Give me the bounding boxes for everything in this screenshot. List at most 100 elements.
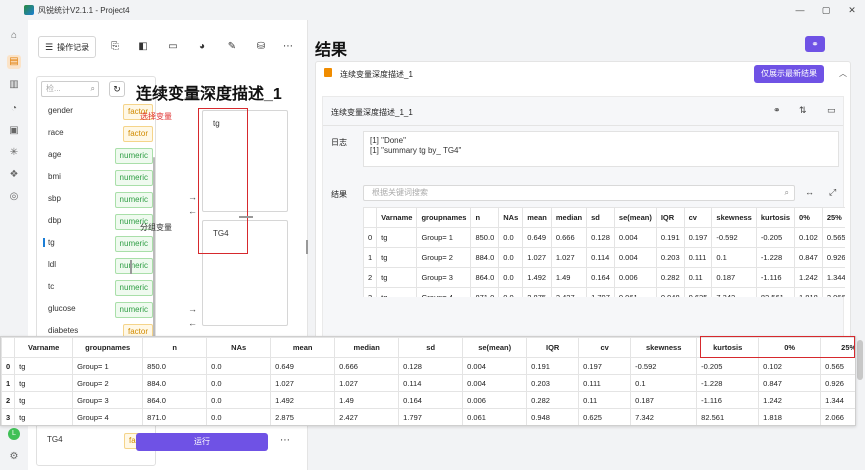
variable-item-ldl[interactable]: ldl numeric bbox=[37, 255, 155, 277]
variable-item-gender[interactable]: gender factor bbox=[37, 101, 155, 123]
move-right-arrow-icon[interactable]: → bbox=[188, 192, 197, 202]
variable-item-sbp[interactable]: sbp numeric bbox=[37, 189, 155, 211]
table-cell: tg bbox=[376, 287, 418, 297]
data-icon[interactable]: ▤ bbox=[7, 55, 21, 69]
result-search-input[interactable]: 根据关键词搜索 ⌕ bbox=[363, 185, 795, 201]
column-header[interactable]: groupnames bbox=[416, 207, 472, 228]
variable-name: race bbox=[48, 128, 64, 137]
column-header[interactable]: NAs bbox=[498, 207, 524, 228]
column-header[interactable]: 0% bbox=[794, 207, 823, 228]
title-bar: 风锐统计V2.1.1 - Project4 — ▢ ✕ bbox=[0, 0, 865, 20]
column-header[interactable]: median bbox=[550, 207, 588, 228]
database-icon[interactable]: ⛁ bbox=[253, 39, 269, 55]
variable-item-glucose[interactable]: glucose numeric bbox=[37, 299, 155, 321]
table-cell: 850.0 bbox=[142, 357, 208, 375]
variable-item-race[interactable]: race factor bbox=[37, 123, 155, 145]
link-button[interactable]: ⚭ bbox=[805, 36, 825, 52]
variable-item-bmi[interactable]: bmi numeric bbox=[37, 167, 155, 189]
report-icon[interactable]: ⎘ bbox=[107, 39, 123, 55]
table-cell: 0.164 bbox=[398, 391, 464, 409]
column-header[interactable]: n bbox=[142, 337, 208, 358]
close-icon[interactable]: ✕ bbox=[838, 0, 865, 20]
result-label: 结果 bbox=[331, 190, 347, 199]
column-header[interactable]: mean bbox=[522, 207, 552, 228]
result-subtitle: 连续变量深度描述_1_1 bbox=[331, 108, 413, 117]
variable-name: glucose bbox=[48, 304, 76, 313]
move-right-arrow-icon[interactable]: → bbox=[188, 304, 197, 314]
chat-icon[interactable]: ◕ bbox=[194, 39, 210, 55]
column-header[interactable]: skewness bbox=[711, 207, 757, 228]
home-icon[interactable]: ⌂ bbox=[7, 29, 21, 43]
more-options-icon[interactable]: ⋯ bbox=[280, 435, 290, 446]
variable-type-badge: numeric bbox=[114, 236, 153, 252]
column-header[interactable]: median bbox=[334, 337, 400, 358]
table-cell: 0.006 bbox=[613, 267, 657, 288]
column-header[interactable]: n bbox=[470, 207, 500, 228]
module-icon[interactable]: ❖ bbox=[7, 168, 21, 182]
column-header[interactable]: cv bbox=[683, 207, 713, 228]
column-header[interactable]: IQR bbox=[655, 207, 685, 228]
table-cell: 0 bbox=[363, 227, 378, 248]
save-icon[interactable]: ▭ bbox=[165, 39, 181, 55]
run-button[interactable]: 运行 bbox=[136, 433, 268, 451]
folder-icon[interactable]: ▭ bbox=[827, 105, 836, 116]
table-cell: 0.111 bbox=[683, 247, 713, 268]
column-header[interactable]: se(mean) bbox=[462, 337, 528, 358]
export-icon[interactable]: ◧ bbox=[135, 39, 151, 55]
maximize-icon[interactable]: ▢ bbox=[812, 0, 840, 20]
column-header[interactable]: kurtosis bbox=[755, 207, 796, 228]
table-cell: 871.0 bbox=[470, 287, 500, 297]
show-latest-button[interactable]: 仅展示最新结果 bbox=[754, 65, 824, 83]
table-cell: 1.49 bbox=[550, 267, 588, 288]
globe-icon[interactable]: ◎ bbox=[7, 190, 21, 204]
table-cell: 0.666 bbox=[334, 357, 400, 375]
network-icon[interactable]: ✳ bbox=[7, 146, 21, 160]
adjust-icon[interactable]: ⇅ bbox=[799, 105, 807, 116]
column-header[interactable]: skewness bbox=[630, 337, 698, 358]
column-header[interactable]: cv bbox=[578, 337, 632, 358]
link-icon[interactable]: ⚭ bbox=[773, 105, 781, 116]
swap-width-icon[interactable]: ↔ bbox=[805, 187, 814, 197]
variable-item-age[interactable]: age numeric bbox=[37, 145, 155, 167]
settings-icon[interactable]: ⚙ bbox=[7, 450, 21, 464]
table-cell: 0 bbox=[1, 357, 16, 375]
wrench-icon[interactable]: ✎ bbox=[224, 39, 240, 55]
column-header[interactable]: NAs bbox=[206, 337, 272, 358]
collapse-icon[interactable]: ︿ bbox=[839, 68, 847, 79]
table-cell: 0.11 bbox=[683, 267, 713, 288]
table-cell: 82.561 bbox=[755, 287, 796, 297]
column-header[interactable]: se(mean) bbox=[613, 207, 657, 228]
image-icon[interactable]: ▣ bbox=[7, 124, 21, 138]
column-header[interactable]: mean bbox=[270, 337, 336, 358]
move-left-arrow-icon[interactable]: ← bbox=[188, 318, 197, 328]
table-cell: tg bbox=[14, 357, 74, 375]
column-header[interactable]: 25% bbox=[821, 207, 845, 228]
user-avatar[interactable]: L bbox=[8, 428, 20, 440]
more-icon[interactable]: ⋯ bbox=[280, 39, 296, 55]
table-cell: 884.0 bbox=[142, 374, 208, 392]
operation-log-button[interactable]: ☰ 操作记录 bbox=[38, 36, 97, 58]
minimize-icon[interactable]: — bbox=[786, 0, 814, 20]
column-header[interactable]: sd bbox=[398, 337, 464, 358]
column-header[interactable]: IQR bbox=[526, 337, 580, 358]
table-cell: 0.114 bbox=[398, 374, 464, 392]
pie-icon[interactable]: ◔ bbox=[7, 102, 21, 116]
variable-search-input[interactable]: 检... ⌕ bbox=[41, 81, 99, 97]
page-scrollbar[interactable] bbox=[857, 340, 863, 380]
variable-list-scrollbar[interactable] bbox=[153, 157, 155, 357]
move-left-arrow-icon[interactable]: ← bbox=[188, 206, 197, 216]
variable-item-tc[interactable]: tc numeric bbox=[37, 277, 155, 299]
splitter-handle[interactable] bbox=[130, 260, 132, 274]
table-cell: 0.197 bbox=[683, 227, 713, 248]
variable-item-tg[interactable]: tg numeric bbox=[37, 233, 155, 255]
column-header[interactable]: Varname bbox=[14, 337, 74, 358]
resize-handle[interactable] bbox=[239, 216, 253, 218]
expand-icon[interactable]: ⤢ bbox=[829, 187, 836, 198]
pane-splitter[interactable] bbox=[306, 240, 308, 254]
refresh-icon[interactable]: ↻ bbox=[109, 81, 125, 97]
column-header[interactable]: groupnames bbox=[72, 337, 144, 358]
column-header[interactable]: sd bbox=[586, 207, 615, 228]
column-header[interactable]: Varname bbox=[376, 207, 418, 228]
chart-icon[interactable]: ▥ bbox=[7, 78, 21, 92]
variable-item-dbp[interactable]: dbp numeric bbox=[37, 211, 155, 233]
